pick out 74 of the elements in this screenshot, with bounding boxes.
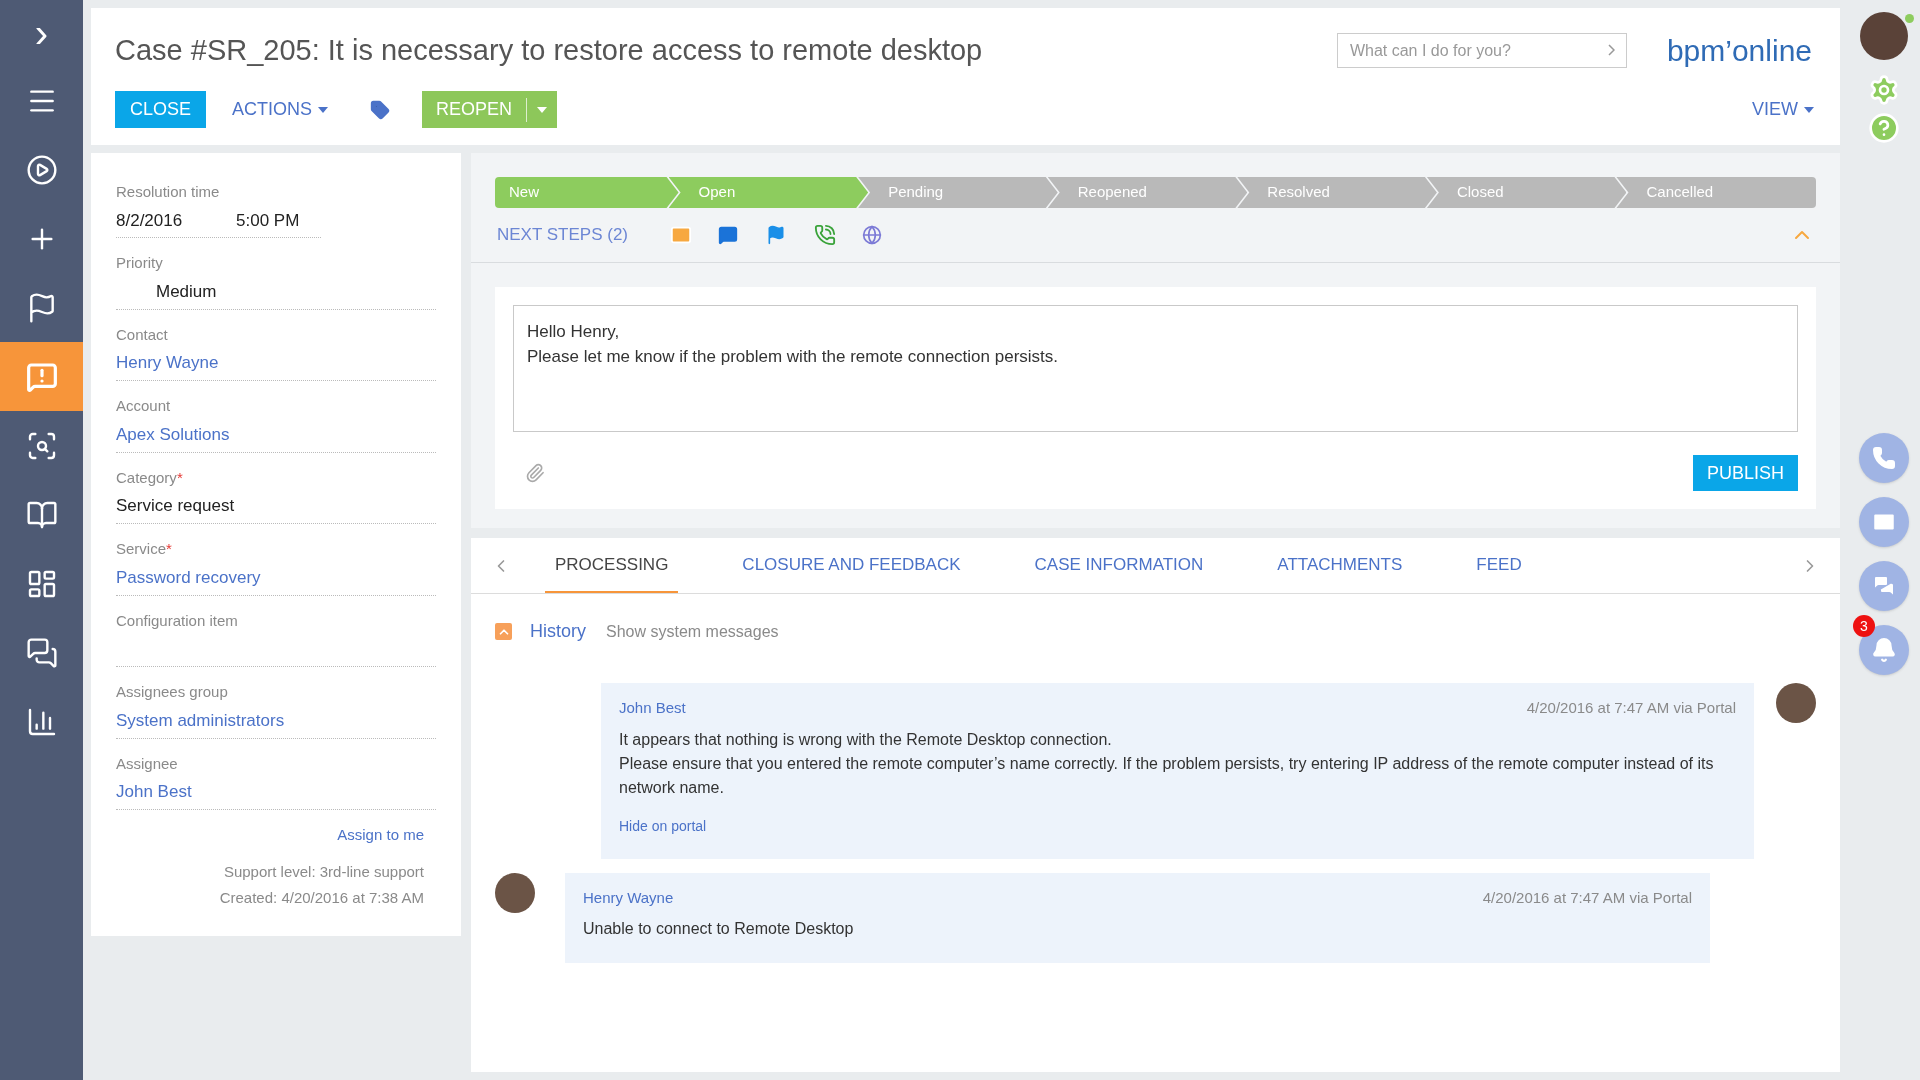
required-mark: * [166,539,172,559]
expand-button[interactable]: › [0,0,83,66]
avatar [1776,683,1816,723]
help-icon[interactable] [1868,112,1900,144]
bell-icon [1871,637,1897,663]
play-icon [25,153,58,186]
phone-icon [1872,446,1896,470]
field-link[interactable]: Password recovery [116,567,261,587]
required-mark: * [176,467,183,488]
search-field[interactable]: What can I do for you? [1336,33,1627,68]
history-title: History [530,620,586,643]
phone-button[interactable] [1859,433,1909,483]
field-label: Category [116,467,177,488]
show-system-messages-link[interactable]: Show system messages [606,619,779,644]
avatar [495,872,535,913]
message-text: Please ensure that you entered the remote computer’s name correctly. If the problem persists, try entering IP address of the remote computer instead of its network name. [619,753,1715,798]
field-label: Assignee [116,753,178,774]
author-name[interactable]: Henry Wayne [583,886,1483,909]
phone-icon[interactable] [814,224,836,246]
message-text: It appears that nothing is wrong with the Remote Desktop connection. [619,729,1113,750]
hide-on-portal-link[interactable]: Hide on portal [619,815,707,837]
support-level: Support level: 3rd-line support [223,861,424,882]
tab[interactable]: ATTACHMENTS [1267,538,1413,593]
alert-icon [25,360,58,393]
logo: bpm’online [1666,33,1812,69]
field-value: Medium [156,281,217,301]
email-button[interactable] [1859,497,1909,547]
date-value[interactable]: 8/2/2016 [116,207,236,233]
chat-icon [25,636,58,669]
tag-icon[interactable] [370,99,391,120]
message-text: Unable to connect to Remote Desktop [583,919,855,939]
chat-icon [1872,574,1896,598]
tab[interactable]: FEED [1466,538,1532,593]
caret-icon [1804,106,1814,113]
field-link[interactable]: Apex Solutions [116,424,230,444]
field-label: Priority [116,253,163,273]
field-label: Account [116,396,171,416]
chevron-right-icon [1607,44,1615,56]
created-date: Created: 4/20/2016 at 7:38 AM [219,888,424,908]
next-steps-link[interactable]: NEXT STEPS (2) [497,222,628,248]
caret-icon [537,106,548,113]
globe-icon[interactable] [862,225,882,245]
field-label: Contact [116,324,168,345]
field-link[interactable]: John Best [116,782,192,801]
message-time: 4/20/2016 at 7:47 AM via Portal [1482,887,1692,908]
actions-button[interactable]: ACTIONS [232,96,329,123]
field-value: Service request [116,496,235,515]
flag-icon[interactable] [766,225,786,245]
caret-icon [318,106,329,113]
attach-icon[interactable] [525,463,545,483]
tab[interactable]: CLOSURE AND FEEDBACK [732,538,971,593]
publish-button[interactable]: PUBLISH [1692,455,1798,491]
field-label: Configuration item [116,610,238,631]
message-time: 4/20/2016 at 7:47 AM via Portal [1526,698,1736,718]
case-title: Case #SR_205: It is necessary to restore access to remote desktop [115,32,984,68]
history-toggle[interactable] [495,623,512,640]
field-label: Resolution time [116,182,220,202]
chat-button[interactable] [1859,561,1909,611]
notification-badge: 3 [1853,615,1875,637]
field-link[interactable]: Henry Wayne [116,353,219,372]
message-icon[interactable] [718,225,738,245]
settings-icon[interactable] [1868,74,1900,106]
tab[interactable]: CASE INFORMATION [1024,538,1214,593]
close-button[interactable]: CLOSE [115,91,207,128]
user-avatar[interactable] [1860,12,1908,60]
field-label: Service [116,539,167,559]
message-field[interactable]: Hello Henry, Please let me know if the problem with the remote connection persists. [513,305,1798,432]
field-label: Assignees group [116,682,228,702]
tab[interactable]: PROCESSING [545,538,679,593]
author-name[interactable]: John Best [619,697,1527,720]
field-link[interactable]: System administrators [116,710,285,730]
time-value[interactable]: 5:00 PM [236,207,300,233]
view-button[interactable]: VIEW [1752,96,1814,123]
assign-to-me-link[interactable]: Assign to me [337,824,424,847]
